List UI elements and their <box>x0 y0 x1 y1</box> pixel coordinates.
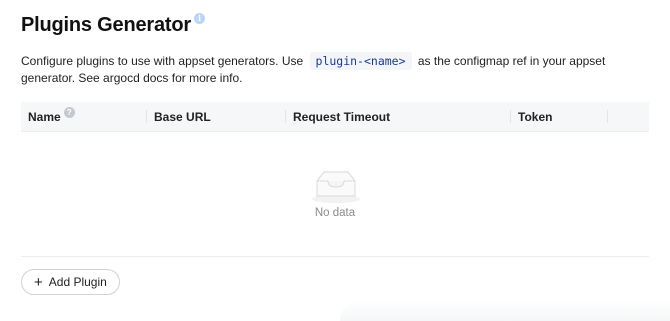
table-header: Name ? Base URL Request Timeout Token <box>21 102 649 132</box>
column-header-request-timeout: Request Timeout <box>286 102 511 131</box>
page-title: Plugins Generator <box>21 14 191 36</box>
empty-text: No data <box>314 207 356 219</box>
add-plugin-label: Add Plugin <box>48 275 107 289</box>
column-header-label: Request Timeout <box>293 109 391 124</box>
column-header-base-url: Base URL <box>147 102 286 131</box>
column-header-token: Token <box>511 102 608 131</box>
column-header-actions <box>608 102 649 131</box>
column-header-label: Base URL <box>154 109 211 124</box>
description-text-before: Configure plugins to use with appset gen… <box>21 54 304 68</box>
plugin-name-code: plugin-<name> <box>309 52 412 70</box>
description: Configure plugins to use with appset gen… <box>21 52 651 87</box>
plugins-table: Name ? Base URL Request Timeout Token No… <box>21 102 649 257</box>
question-icon[interactable]: ? <box>63 106 75 118</box>
add-plugin-button[interactable]: + Add Plugin <box>21 269 120 295</box>
table-empty-state: No data <box>21 132 649 257</box>
bottom-fade <box>340 300 670 321</box>
empty-inbox-icon <box>312 171 360 203</box>
column-header-name: Name ? <box>21 102 147 131</box>
column-header-label: Token <box>518 109 553 124</box>
title-row: Plugins Generator i <box>21 12 205 38</box>
column-header-label: Name <box>28 109 61 124</box>
plus-icon: + <box>34 273 43 291</box>
info-icon[interactable]: i <box>193 13 205 24</box>
plugins-generator-page: Plugins Generator i Configure plugins to… <box>0 0 670 321</box>
